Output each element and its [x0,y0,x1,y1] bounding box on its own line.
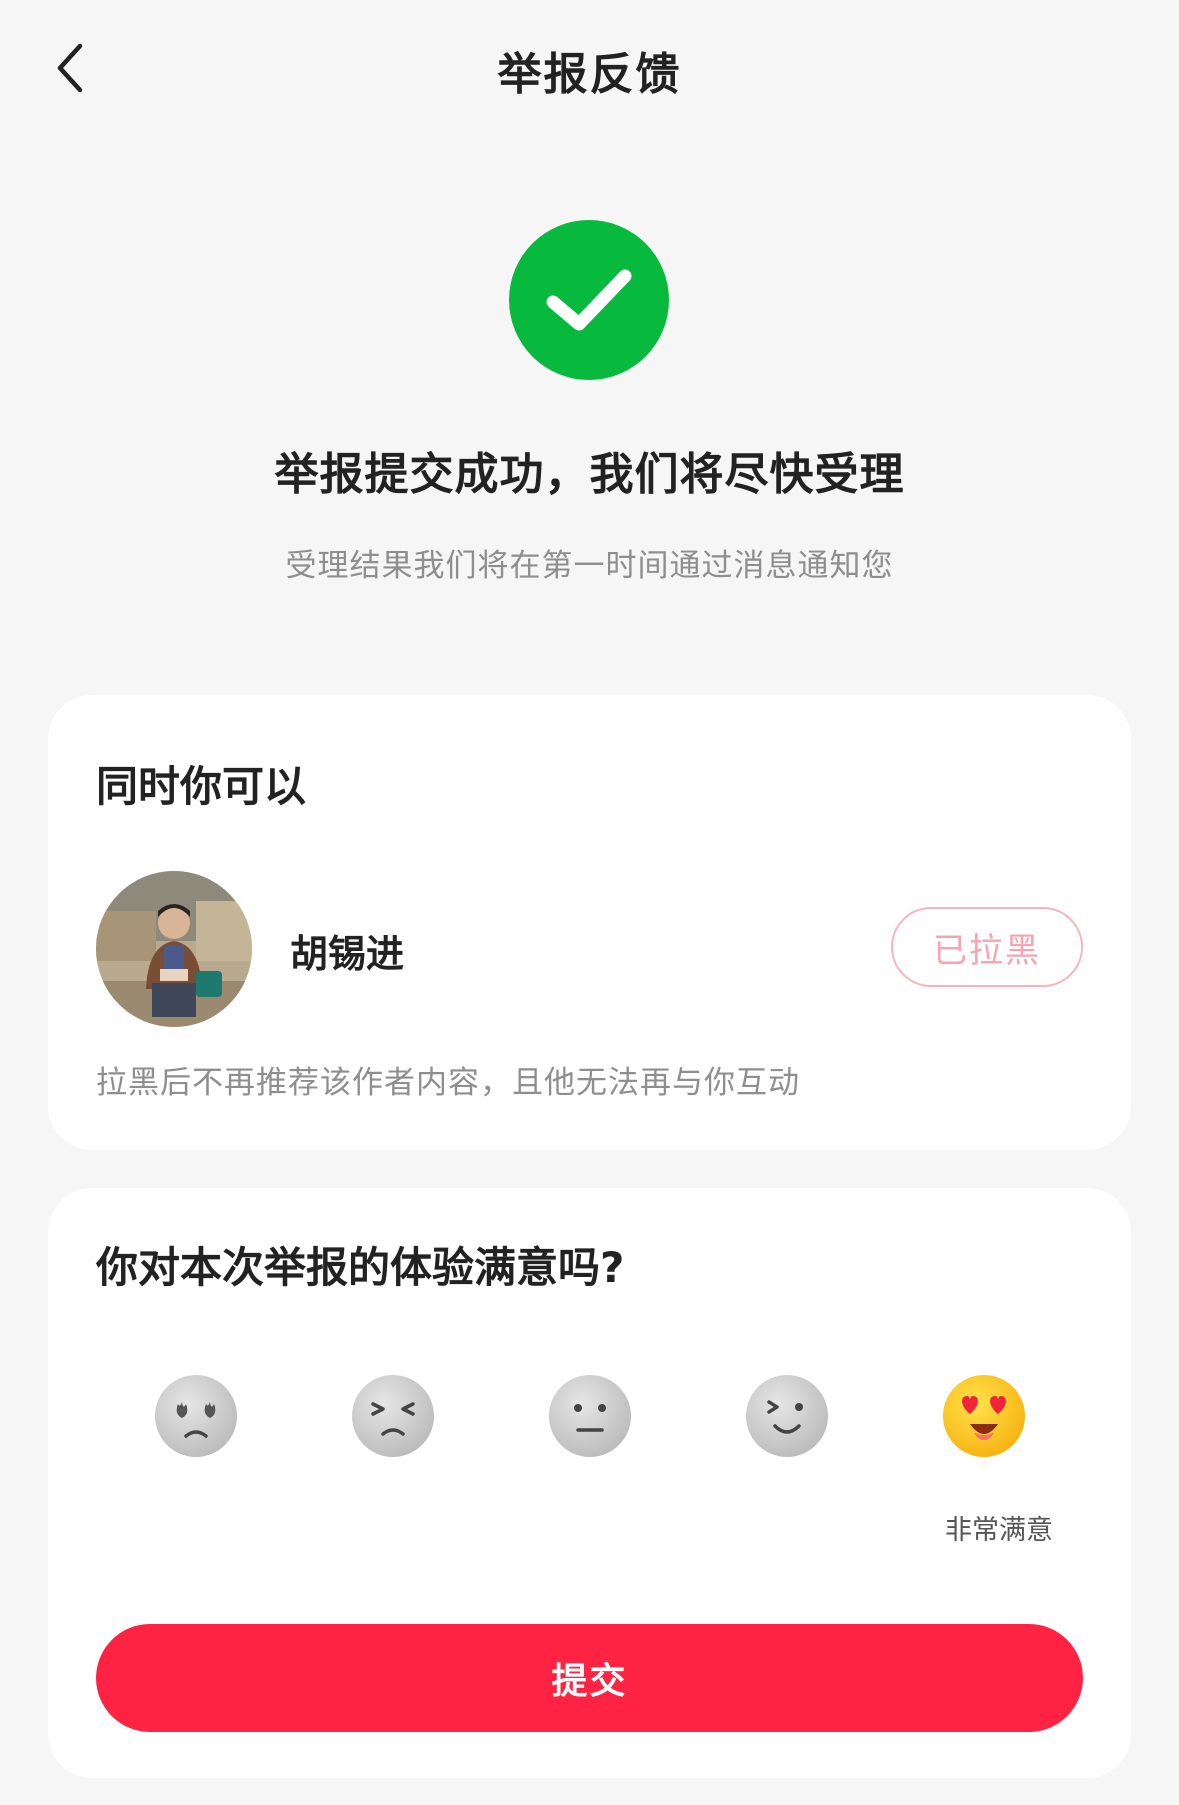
rating-label: 非常满意 [945,1515,1053,1546]
very-satisfied-emoji-icon[interactable] [942,1374,1026,1458]
feedback-card-title: 你对本次举报的体验满意吗? [96,1243,625,1292]
feedback-card: 你对本次举报的体验满意吗? 非常满意 提交 [48,1188,1131,1778]
success-title: 举报提交成功，我们将尽快受理 [274,449,905,500]
page-title: 举报反馈 [497,49,682,100]
very-dissatisfied-emoji-icon[interactable] [154,1374,238,1458]
actions-card: 同时你可以 胡锡进 已拉黑 拉黑后不再推荐该作者内容，且他无法再与你互动 [48,695,1131,1150]
check-circle-icon [509,220,669,380]
submit-button[interactable]: 提交 [96,1624,1083,1732]
header: 举报反馈 [0,0,1179,135]
avatar[interactable] [96,871,252,1027]
dissatisfied-emoji-icon[interactable] [351,1374,435,1458]
actions-card-title: 同时你可以 [96,762,307,811]
satisfied-emoji-icon[interactable] [745,1374,829,1458]
neutral-emoji-icon[interactable] [548,1374,632,1458]
success-subtitle: 受理结果我们将在第一时间通过消息通知您 [285,548,894,584]
username[interactable]: 胡锡进 [290,923,404,978]
blocked-button[interactable]: 已拉黑 [891,907,1083,987]
block-hint: 拉黑后不再推荐该作者内容，且他无法再与你互动 [96,1065,800,1101]
